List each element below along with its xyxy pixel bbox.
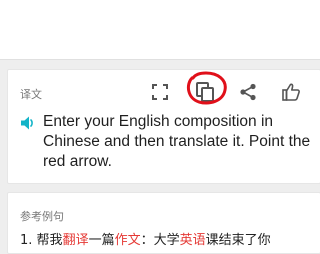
example-highlight: 作文	[114, 233, 141, 248]
share-icon[interactable]	[236, 80, 260, 104]
examples-heading: 参考例句	[20, 210, 64, 223]
example-number: 1.	[20, 233, 33, 248]
thumbs-up-icon[interactable]	[279, 80, 303, 104]
example-segment: 帮我	[36, 233, 63, 248]
previous-card	[0, 0, 320, 60]
fullscreen-icon[interactable]	[148, 80, 172, 104]
example-highlight: 英语	[179, 233, 206, 248]
translation-label: 译文	[20, 88, 42, 101]
example-highlight: 翻译	[62, 233, 89, 248]
translated-text: Enter your English composition in Chines…	[43, 113, 311, 170]
copy-icon[interactable]	[193, 80, 217, 104]
example-segment: 课结束了你	[205, 233, 271, 248]
speaker-icon[interactable]	[20, 115, 36, 131]
example-segment: ：大学	[140, 233, 180, 248]
example-segment: 一篇	[88, 233, 115, 248]
example-sentence[interactable]: 1. 帮我翻译一篇作文：大学英语课结束了你	[20, 229, 271, 248]
